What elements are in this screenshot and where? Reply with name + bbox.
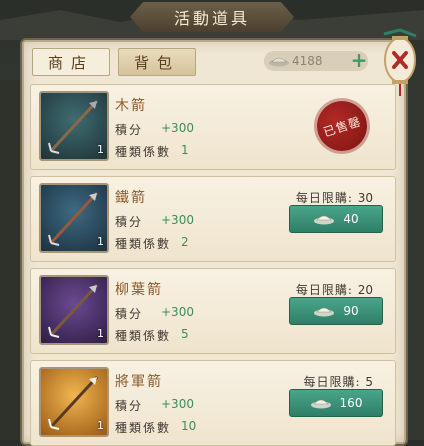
daily-limit: 每日限購: 5 xyxy=(303,373,373,390)
points-row: 積分 +300 xyxy=(115,397,194,414)
coefficient-value: 5 xyxy=(181,327,189,341)
coefficient-label: 種類係數 xyxy=(115,421,172,435)
price-value: 160 xyxy=(339,396,363,410)
item-name: 鐵箭 xyxy=(115,190,147,206)
item-name: 將軍箭 xyxy=(115,374,163,390)
tab-bag[interactable]: 背包 xyxy=(118,48,196,76)
coefficient-row: 種類係數 5 xyxy=(115,327,189,344)
coefficient-row: 種類係數 10 xyxy=(115,419,196,436)
list-item: 1 將軍箭 積分 +300 種類係數 10 每日限購: 5 160 xyxy=(30,360,396,446)
points-row: 積分 +300 xyxy=(115,121,194,138)
daily-limit: 每日限購: 20 xyxy=(296,281,373,298)
silver-ingot-icon xyxy=(314,215,335,225)
daily-limit-value: 30 xyxy=(357,191,373,205)
buy-button[interactable]: 40 xyxy=(289,205,383,233)
coefficient-value: 2 xyxy=(181,235,189,249)
coefficient-row: 種類係數 1 xyxy=(115,143,189,160)
daily-limit-label: 每日限購: xyxy=(303,375,361,389)
item-quantity: 1 xyxy=(97,143,104,156)
currency-amount: 4188 xyxy=(292,54,323,68)
sold-out-label: 已售罄 xyxy=(321,113,363,140)
coefficient-value: 1 xyxy=(181,143,189,157)
points-label: 積分 xyxy=(115,215,144,229)
item-quantity: 1 xyxy=(97,419,104,432)
silver-ingot-icon xyxy=(310,399,331,409)
window-title-bar: 活動道具 xyxy=(130,2,294,32)
daily-limit: 每日限購: 30 xyxy=(296,189,373,206)
item-quantity: 1 xyxy=(97,235,104,248)
coefficient-label: 種類係數 xyxy=(115,329,172,343)
points-label: 積分 xyxy=(115,307,144,321)
daily-limit-label: 每日限購: xyxy=(295,191,353,205)
item-quantity: 1 xyxy=(97,327,104,340)
points-value: +300 xyxy=(161,397,194,411)
tab-shop[interactable]: 商店 xyxy=(32,48,110,76)
points-label: 積分 xyxy=(115,123,144,137)
page-title: 活動道具 xyxy=(173,9,250,28)
coefficient-row: 種類係數 2 xyxy=(115,235,189,252)
sold-out-stamp: 已售罄 xyxy=(310,94,374,158)
points-value: +300 xyxy=(161,213,194,227)
buy-button[interactable]: 90 xyxy=(289,297,383,325)
points-row: 積分 +300 xyxy=(115,305,194,322)
price-value: 40 xyxy=(343,212,359,226)
points-value: +300 xyxy=(161,305,194,319)
daily-limit-value: 5 xyxy=(365,375,373,389)
silver-ingot-icon xyxy=(269,57,289,67)
daily-limit-value: 20 xyxy=(357,283,373,297)
daily-limit-label: 每日限購: xyxy=(295,283,353,297)
tab-bar: 商店 背包 xyxy=(32,48,196,76)
points-label: 積分 xyxy=(115,399,144,413)
item-name: 柳葉箭 xyxy=(115,282,163,298)
item-name: 木箭 xyxy=(115,98,147,114)
points-value: +300 xyxy=(161,121,194,135)
list-item: 1 木箭 積分 +300 種類係數 1 已售罄 xyxy=(30,84,396,170)
coefficient-value: 10 xyxy=(181,419,197,433)
add-currency-button[interactable]: + xyxy=(350,50,368,70)
price-value: 90 xyxy=(343,304,359,318)
list-item: 1 鐵箭 積分 +300 種類係數 2 每日限購: 30 40 xyxy=(30,176,396,262)
buy-button[interactable]: 160 xyxy=(289,389,383,417)
silver-ingot-icon xyxy=(314,307,335,317)
list-item: 1 柳葉箭 積分 +300 種類係數 5 每日限購: 20 90 xyxy=(30,268,396,354)
coefficient-label: 種類係數 xyxy=(115,237,172,251)
points-row: 積分 +300 xyxy=(115,213,194,230)
coefficient-label: 種類係數 xyxy=(115,145,172,159)
